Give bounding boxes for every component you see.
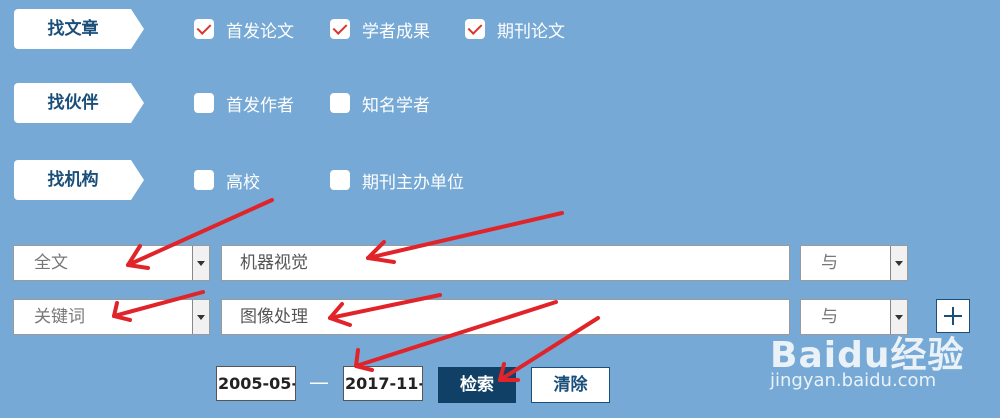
category-tag-articles[interactable]: 找文章 [14, 9, 144, 49]
logic-select-1[interactable]: 与 [800, 245, 908, 281]
checkbox-label: 首发论文 [226, 21, 294, 42]
checkbox-label: 知名学者 [362, 95, 430, 116]
query-input-2[interactable]: 图像处理 [221, 299, 790, 335]
checkbox-icon[interactable] [465, 19, 485, 39]
category-tag-partners[interactable]: 找伙伴 [14, 83, 144, 123]
category-row-partners: 找伙伴 首发作者 知名学者 [0, 83, 1000, 123]
category-tag-label: 找机构 [47, 170, 99, 190]
query-input-1[interactable]: 机器视觉 [221, 245, 790, 281]
checkbox-label: 高校 [226, 172, 260, 193]
end-date-input[interactable]: 2017-11- [343, 366, 423, 401]
checkbox-label: 期刊主办单位 [362, 172, 464, 193]
date-separator: — [309, 370, 329, 394]
category-row-institutions: 找机构 高校 期刊主办单位 [0, 160, 1000, 200]
checkbox-icon[interactable] [330, 93, 350, 113]
category-tag-institutions[interactable]: 找机构 [14, 160, 144, 200]
search-button[interactable]: 检索 [438, 367, 516, 403]
dropdown-arrow-icon[interactable] [192, 246, 209, 280]
checkbox-first-papers[interactable]: 首发论文 [194, 18, 294, 42]
dropdown-arrow-icon[interactable] [890, 246, 907, 280]
field-select-value: 关键词 [34, 307, 85, 327]
checkbox-first-authors[interactable]: 首发作者 [194, 92, 294, 116]
checkbox-universities[interactable]: 高校 [194, 169, 260, 193]
checkbox-icon[interactable] [194, 19, 214, 39]
start-date-input[interactable]: 2005-05- [216, 366, 296, 401]
clear-button[interactable]: 清除 [531, 367, 610, 403]
query-input-value: 图像处理 [240, 307, 308, 327]
checkbox-scholar-results[interactable]: 学者成果 [330, 18, 430, 42]
baidu-watermark-url: jingyan.baidu.com [770, 370, 937, 391]
field-select-2[interactable]: 关键词 [13, 299, 210, 335]
checkbox-famous-scholars[interactable]: 知名学者 [330, 92, 430, 116]
checkbox-label: 期刊论文 [497, 21, 565, 42]
checkbox-label: 首发作者 [226, 95, 294, 116]
category-row-articles: 找文章 首发论文 学者成果 期刊论文 [0, 9, 1000, 49]
checkbox-icon[interactable] [194, 93, 214, 113]
field-select-1[interactable]: 全文 [13, 245, 210, 281]
query-input-value: 机器视觉 [240, 253, 308, 273]
field-select-value: 全文 [34, 253, 68, 273]
category-tag-label: 找伙伴 [47, 93, 99, 113]
category-tag-label: 找文章 [47, 19, 99, 39]
checkbox-icon[interactable] [330, 170, 350, 190]
checkbox-label: 学者成果 [362, 21, 430, 42]
checkbox-icon[interactable] [330, 19, 350, 39]
checkbox-journal-papers[interactable]: 期刊论文 [465, 18, 565, 42]
dropdown-arrow-icon[interactable] [192, 300, 209, 334]
checkbox-journal-sponsors[interactable]: 期刊主办单位 [330, 169, 464, 193]
checkbox-icon[interactable] [194, 170, 214, 190]
logic-select-value: 与 [821, 253, 838, 273]
